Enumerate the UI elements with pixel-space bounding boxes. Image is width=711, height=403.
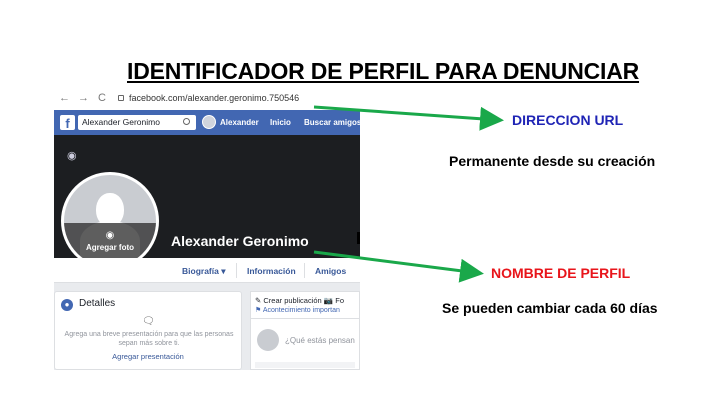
name-arrow: [313, 250, 484, 283]
name-label: NOMBRE DE PERFIL: [491, 265, 631, 281]
url-description: Permanente desde su creación: [449, 153, 656, 169]
url-arrow: [313, 105, 504, 131]
url-label: DIRECCION URL: [512, 112, 624, 128]
annotation-arrows: [313, 105, 504, 283]
name-description: Se pueden cambiar cada 60 días: [442, 300, 658, 316]
